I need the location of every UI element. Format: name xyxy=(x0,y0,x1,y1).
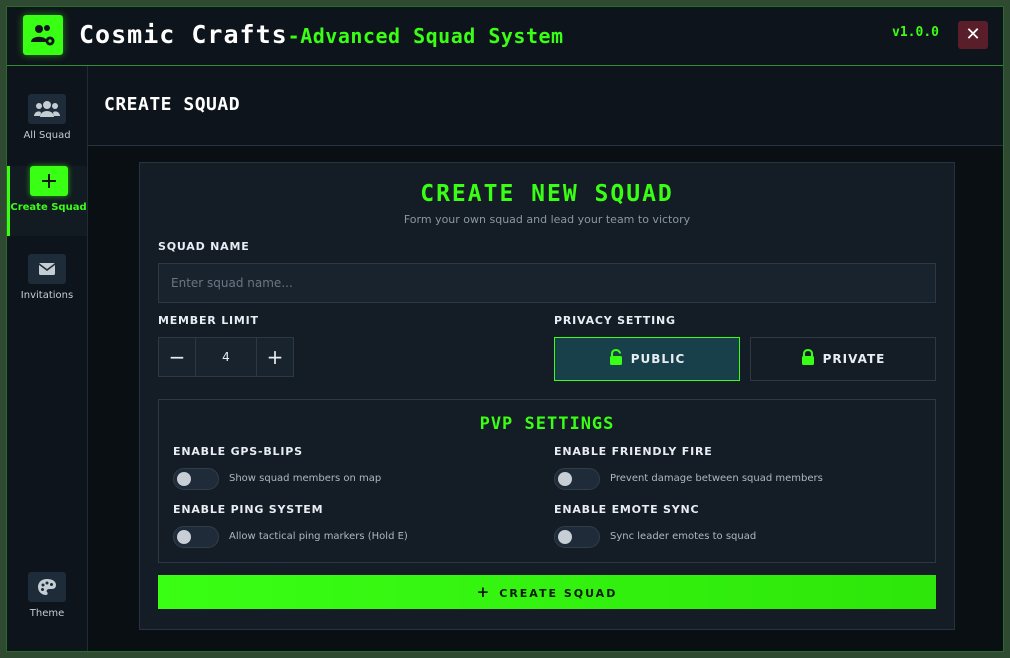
friendly-fire-label: ENABLE FRIENDLY FIRE xyxy=(554,445,713,458)
close-icon: ✕ xyxy=(965,24,981,45)
create-squad-button[interactable]: + CREATE SQUAD xyxy=(158,575,936,609)
form-title: CREATE NEW SQUAD xyxy=(420,181,674,207)
emote-sync-label: ENABLE EMOTE SYNC xyxy=(554,503,700,516)
privacy-public-button[interactable]: PUBLIC xyxy=(554,337,740,381)
toggle-knob xyxy=(177,472,191,486)
member-limit-stepper: − 4 + xyxy=(158,337,294,377)
emote-sync-desc: Sync leader emotes to squad xyxy=(610,531,757,542)
app-title: Cosmic Crafts-Advanced Squad System xyxy=(79,17,564,53)
app-window: Cosmic Crafts-Advanced Squad System v1.0… xyxy=(6,6,1004,652)
privacy-private-button[interactable]: PRIVATE xyxy=(750,337,936,381)
friendly-fire-toggle[interactable] xyxy=(554,468,600,490)
sidebar-item-theme[interactable]: Theme xyxy=(7,572,87,642)
privacy-setting-label: PRIVACY SETTING xyxy=(554,314,676,327)
ping-system-label: ENABLE PING SYSTEM xyxy=(173,503,324,516)
squad-name-input[interactable] xyxy=(158,263,936,303)
version-label: v1.0.0 xyxy=(892,25,939,40)
toggle-knob xyxy=(558,530,572,544)
pvp-settings-box: PVP SETTINGS ENABLE GPS-BLIPS Show squad… xyxy=(158,399,936,563)
plus-icon: + xyxy=(266,345,284,369)
users-cog-icon xyxy=(31,25,55,46)
sidebar-item-label: All Squad xyxy=(23,130,71,141)
gps-blips-label: ENABLE GPS-BLIPS xyxy=(173,445,303,458)
users-icon xyxy=(28,94,66,124)
plus-icon xyxy=(29,166,68,196)
pvp-settings-title: PVP SETTINGS xyxy=(479,414,615,434)
plus-icon: + xyxy=(476,583,492,601)
lock-icon xyxy=(801,348,814,365)
sidebar-item-invitations[interactable]: Invitations xyxy=(7,254,87,324)
toggle-knob xyxy=(177,530,191,544)
privacy-option-label: PRIVATE xyxy=(822,352,886,366)
form-subtitle: Form your own squad and lead your team t… xyxy=(403,213,691,226)
create-squad-panel: CREATE NEW SQUAD Form your own squad and… xyxy=(139,162,955,630)
sidebar-item-label: Create Squad xyxy=(10,202,87,213)
member-limit-label: MEMBER LIMIT xyxy=(158,314,259,327)
page-header: CREATE SQUAD xyxy=(88,66,1003,146)
app-logo xyxy=(23,15,63,55)
sidebar-item-create-squad[interactable]: Create Squad xyxy=(7,166,87,236)
ping-system-desc: Allow tactical ping markers (Hold E) xyxy=(229,531,408,542)
decrement-button[interactable]: − xyxy=(158,337,196,377)
sidebar-item-label: Invitations xyxy=(20,290,74,301)
emote-sync-toggle[interactable] xyxy=(554,526,600,548)
unlock-icon xyxy=(609,348,622,365)
gps-blips-desc: Show squad members on map xyxy=(229,473,382,484)
envelope-icon xyxy=(28,254,66,284)
minus-icon: − xyxy=(168,345,186,369)
toggle-knob xyxy=(558,472,572,486)
main-content: CREATE SQUAD CREATE NEW SQUAD Form your … xyxy=(88,66,1003,651)
ping-system-toggle[interactable] xyxy=(173,526,219,548)
friendly-fire-desc: Prevent damage between squad members xyxy=(610,473,823,484)
page-title: CREATE SQUAD xyxy=(104,94,241,115)
sidebar-item-all-squad[interactable]: All Squad xyxy=(7,94,87,164)
title-bar: Cosmic Crafts-Advanced Squad System v1.0… xyxy=(7,7,1003,66)
sidebar: All Squad Create Squad Invitations Theme xyxy=(7,66,88,651)
app-title-sub: -Advanced Squad System xyxy=(287,24,564,48)
app-title-main: Cosmic Crafts xyxy=(79,20,288,49)
member-limit-value[interactable]: 4 xyxy=(195,337,257,377)
palette-icon xyxy=(28,572,66,602)
increment-button[interactable]: + xyxy=(256,337,294,377)
gps-blips-toggle[interactable] xyxy=(173,468,219,490)
close-button[interactable]: ✕ xyxy=(958,21,988,49)
privacy-option-label: PUBLIC xyxy=(630,352,686,366)
sidebar-item-label: Theme xyxy=(29,608,65,619)
squad-name-label: SQUAD NAME xyxy=(158,240,250,253)
create-squad-button-label: CREATE SQUAD xyxy=(499,587,618,600)
